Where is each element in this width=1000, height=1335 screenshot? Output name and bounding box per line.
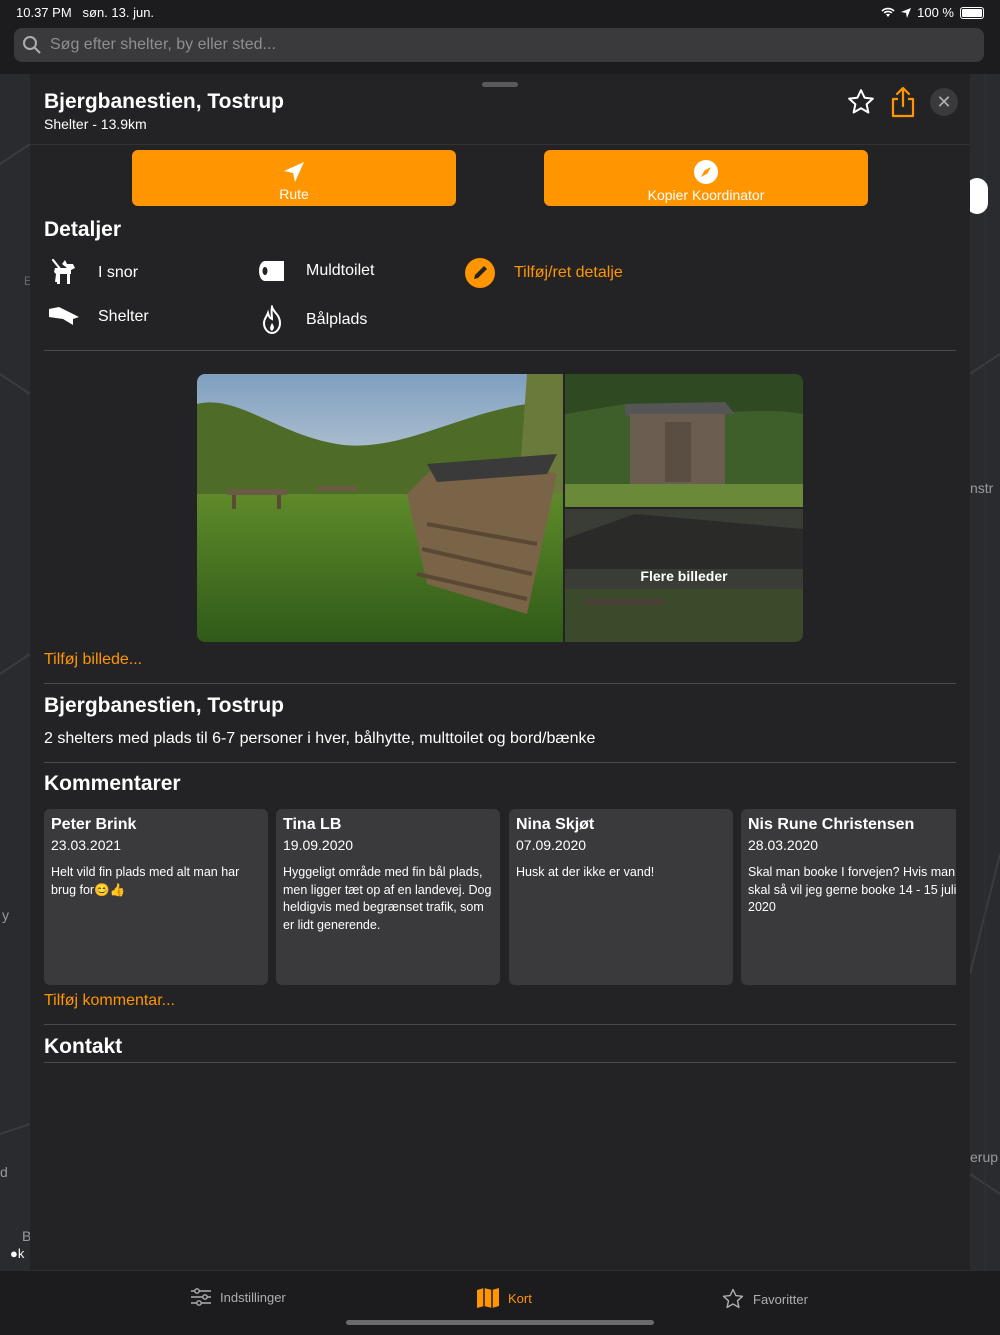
- contact-heading: Kontakt: [44, 1035, 123, 1058]
- detail-item: I snor: [44, 258, 138, 288]
- tab-map-label: Kort: [508, 1290, 532, 1306]
- navigation-arrow-icon: [284, 162, 304, 182]
- edit-detail-link[interactable]: Tilføj/ret detalje: [460, 258, 623, 288]
- dog-leash-icon: [44, 258, 84, 288]
- route-label: Rute: [279, 186, 309, 202]
- comment-author: Peter Brink: [51, 816, 137, 833]
- comment-card[interactable]: Peter Brink 23.03.2021 Helt vild fin pla…: [44, 809, 268, 985]
- tab-settings[interactable]: Indstillinger: [190, 1287, 286, 1307]
- comment-date: 28.03.2020: [748, 837, 819, 853]
- status-bar: 10.37 PM søn. 13. jun. 100 %: [0, 0, 1000, 26]
- comments-carousel[interactable]: Peter Brink 23.03.2021 Helt vild fin pla…: [44, 809, 956, 985]
- tab-map[interactable]: Kort: [476, 1287, 532, 1309]
- search-icon: [23, 36, 41, 54]
- comment-text: Husk at der ikke er vand!: [516, 865, 655, 879]
- add-image-link[interactable]: Tilføj billede...: [44, 651, 142, 669]
- divider: [30, 144, 970, 145]
- sheet-grabber[interactable]: [482, 82, 518, 87]
- map-label: erup: [970, 1149, 999, 1165]
- detail-label: Shelter: [98, 308, 149, 325]
- comment-card[interactable]: Nis Rune Christensen 28.03.2020 Skal man…: [741, 809, 956, 985]
- close-icon: ✕: [936, 91, 952, 112]
- search-input[interactable]: [48, 35, 952, 55]
- status-time: 10.37 PM: [16, 5, 72, 20]
- divider: [44, 683, 956, 684]
- home-indicator[interactable]: [346, 1320, 654, 1325]
- shelter-icon: [44, 305, 84, 329]
- edit-pencil-icon: [460, 258, 500, 288]
- detail-item: Shelter: [44, 305, 149, 329]
- place-title: Bjergbanestien, Tostrup: [44, 90, 284, 113]
- status-time-date: 10.37 PM søn. 13. jun.: [16, 5, 154, 20]
- divider: [44, 1024, 956, 1025]
- map-label: d: [0, 1164, 8, 1180]
- comment-author: Nis Rune Christensen: [748, 816, 915, 833]
- comment-date: 19.09.2020: [283, 837, 354, 853]
- favorite-star-icon[interactable]: [846, 87, 876, 117]
- map-label: nstr: [970, 480, 994, 496]
- tab-settings-label: Indstillinger: [220, 1289, 286, 1305]
- place-subtitle: Shelter - 13.9km: [44, 116, 147, 132]
- route-button[interactable]: Rute: [132, 150, 456, 206]
- add-comment-link[interactable]: Tilføj kommentar...: [44, 992, 175, 1010]
- shelter-photo[interactable]: [197, 374, 563, 642]
- map-label: y: [2, 907, 9, 923]
- comment-date: 23.03.2021: [51, 837, 122, 853]
- outhouse-photo[interactable]: [565, 374, 803, 507]
- more-photos-tile[interactable]: Flere billeder: [565, 509, 803, 642]
- details-heading: Detaljer: [44, 218, 122, 241]
- header-actions: ✕: [846, 86, 958, 118]
- tab-favorites[interactable]: Favoritter: [721, 1287, 808, 1311]
- comment-date: 07.09.2020: [516, 837, 587, 853]
- battery-icon: [960, 6, 984, 19]
- search-bar-container: [0, 26, 1000, 74]
- toilet-paper-icon: [252, 258, 292, 284]
- close-button[interactable]: ✕: [930, 88, 958, 116]
- battery-percent: 100 %: [917, 5, 954, 20]
- detail-label: Bålplads: [306, 311, 368, 328]
- wifi-icon: [881, 7, 895, 17]
- comment-card[interactable]: Nina Skjøt 07.09.2020 Husk at der ikke e…: [509, 809, 733, 985]
- more-photos-label: Flere billeder: [640, 567, 728, 584]
- comment-card[interactable]: Tina LB 19.09.2020 Hyggeligt område med …: [276, 809, 500, 985]
- comment-author: Nina Skjøt: [516, 816, 595, 833]
- detail-label: I snor: [98, 264, 139, 281]
- copy-coordinates-label: Kopier Koordinator: [647, 187, 765, 203]
- place-detail-sheet: Bjergbanestien, Tostrup Shelter - 13.9km…: [30, 74, 970, 1270]
- divider: [44, 762, 956, 763]
- comment-author: Tina LB: [283, 816, 342, 833]
- tab-favorites-label: Favoritter: [753, 1291, 808, 1307]
- description-text: 2 shelters med plads til 6-7 personer i …: [44, 730, 596, 747]
- fire-icon: [252, 305, 292, 335]
- detail-item: Bålplads: [252, 305, 367, 335]
- tab-bar: Indstillinger Kort Favoritter: [0, 1270, 1000, 1335]
- sliders-icon: [191, 1288, 211, 1306]
- divider: [44, 350, 956, 351]
- detail-label: Muldtoilet: [306, 262, 375, 279]
- share-icon[interactable]: [890, 86, 916, 118]
- description-title: Bjergbanestien, Tostrup: [44, 694, 284, 717]
- comment-text: Skal man booke I forvejen? Hvis man skal…: [748, 865, 956, 914]
- comment-text: Hyggeligt område med fin bål plads, men …: [283, 865, 492, 932]
- edit-detail-label: Tilføj/ret detalje: [514, 264, 623, 281]
- map-icon: [477, 1288, 499, 1308]
- search-bar[interactable]: [14, 28, 984, 62]
- compass-icon: [694, 160, 718, 184]
- copy-coordinates-button[interactable]: Kopier Koordinator: [544, 150, 868, 206]
- status-date: søn. 13. jun.: [82, 5, 155, 20]
- divider: [44, 1062, 956, 1063]
- detail-item: Muldtoilet: [252, 258, 374, 284]
- status-right: 100 %: [881, 5, 984, 20]
- comments-heading: Kommentarer: [44, 772, 181, 795]
- photo-gallery[interactable]: Flere billeder: [197, 374, 803, 642]
- star-icon: [722, 1288, 744, 1309]
- comment-text: Helt vild fin plads med alt man har brug…: [51, 865, 240, 897]
- apple-maps-logo-icon: ●k: [10, 1246, 25, 1261]
- location-arrow-icon: [901, 7, 912, 18]
